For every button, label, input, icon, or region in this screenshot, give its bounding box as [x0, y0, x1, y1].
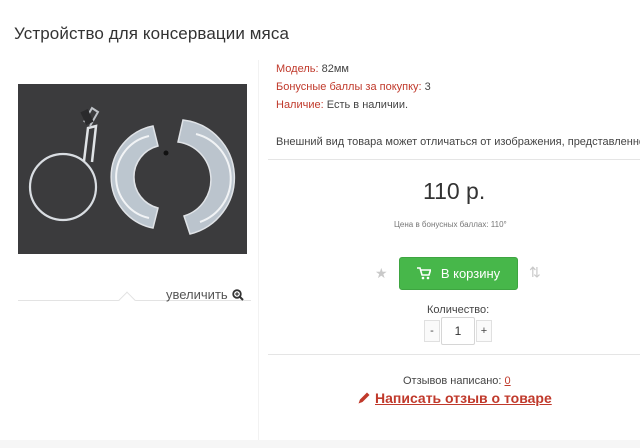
divider-top — [268, 159, 640, 160]
product-image[interactable] — [18, 84, 247, 254]
column-divider — [258, 60, 259, 448]
compare-icon[interactable]: ⇅ — [529, 264, 541, 281]
reviews-count-line: Отзывов написано: 0 — [403, 375, 511, 387]
product-price: 110 р. — [423, 178, 486, 204]
meta-model-label: Модель: — [276, 63, 319, 75]
zoom-link[interactable]: увеличить — [166, 287, 244, 302]
meta-bonus-label: Бонусные баллы за покупку: — [276, 81, 422, 93]
write-review-link[interactable]: Написать отзыв о товаре — [357, 390, 552, 406]
meta-availability-label: Наличие: — [276, 99, 324, 111]
bonus-price: Цена в бонусных баллах: 110° — [394, 220, 507, 229]
meta-model: Модель: 82мм — [276, 63, 349, 75]
write-review-label: Написать отзыв о товаре — [375, 390, 552, 406]
add-to-cart-label: В корзину — [440, 266, 501, 281]
magnifier-plus-icon — [231, 288, 244, 301]
cart-icon — [416, 267, 431, 280]
meta-bonus-value: 3 — [424, 81, 431, 93]
add-to-cart-button[interactable]: В корзину — [399, 257, 518, 290]
quantity-decrease-button[interactable]: - — [424, 320, 440, 342]
pencil-icon — [358, 392, 370, 404]
zoom-label: увеличить — [166, 287, 228, 302]
quantity-input[interactable] — [441, 317, 475, 345]
zoom-notch — [118, 291, 136, 309]
image-disclaimer: Внешний вид товара может отличаться от и… — [276, 136, 640, 148]
meta-bonus: Бонусные баллы за покупку: 3 — [276, 81, 431, 93]
footer-strip — [0, 440, 640, 448]
quantity-stepper: - + — [424, 317, 492, 345]
reviews-label: Отзывов написано: — [403, 375, 502, 387]
reviews-count-link[interactable]: 0 — [505, 375, 511, 387]
quantity-increase-button[interactable]: + — [476, 320, 492, 342]
divider-bottom — [268, 354, 640, 355]
quantity-label: Количество: — [427, 304, 490, 316]
meta-model-value: 82мм — [321, 63, 349, 75]
page-title: Устройство для консервации мяса — [14, 24, 290, 43]
meta-availability: Наличие: Есть в наличии. — [276, 99, 408, 111]
product-photo — [18, 84, 247, 254]
star-icon[interactable]: ★ — [375, 265, 388, 282]
meta-availability-value: Есть в наличии. — [326, 99, 409, 111]
